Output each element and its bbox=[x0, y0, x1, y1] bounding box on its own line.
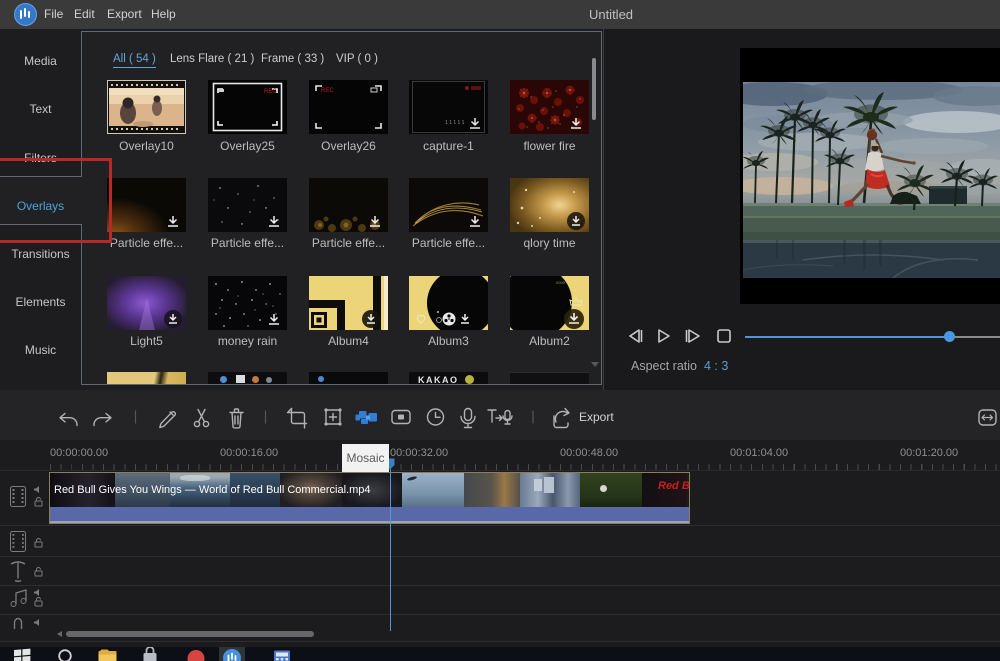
svg-text:REC: REC bbox=[321, 88, 334, 94]
svg-text:1 1 1 1 1: 1 1 1 1 1 bbox=[445, 120, 465, 126]
svg-text:REC: REC bbox=[264, 89, 277, 95]
svg-text:0000: 0000 bbox=[556, 280, 566, 285]
svg-text:Export: Export bbox=[579, 410, 614, 424]
